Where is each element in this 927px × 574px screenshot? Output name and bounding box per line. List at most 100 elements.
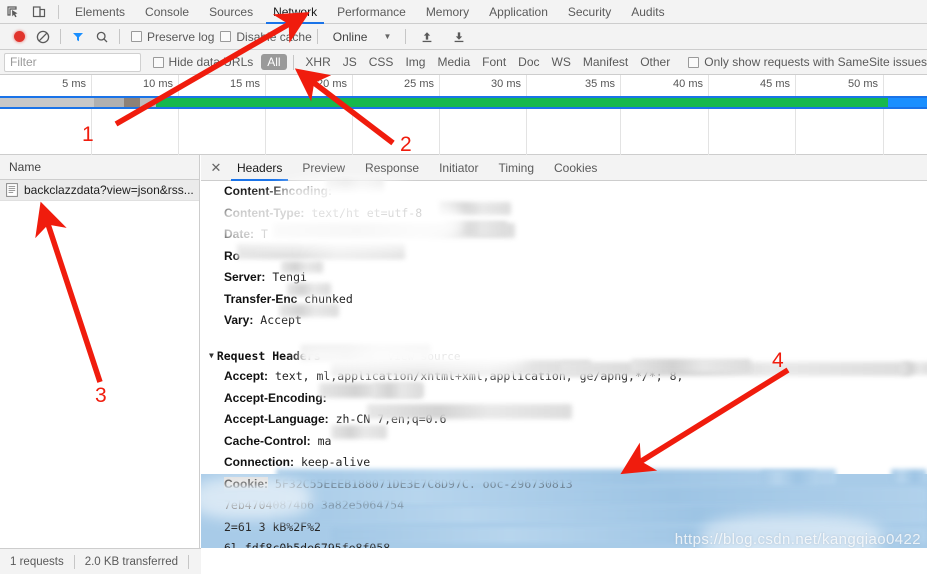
tab-console[interactable]: Console [135, 0, 199, 24]
redaction-blur [276, 469, 836, 485]
filter-type-xhr[interactable]: XHR [299, 54, 336, 70]
close-icon[interactable]: ✕ [205, 155, 227, 181]
hide-data-urls-label: Hide data URLs [168, 55, 254, 69]
tab-timing[interactable]: Timing [488, 155, 544, 181]
header-key: Accept-Encoding: [224, 390, 327, 405]
header-key: Server: [224, 270, 266, 284]
filter-funnel-icon[interactable] [66, 25, 90, 49]
tab-application[interactable]: Application [479, 0, 558, 24]
filter-type-all[interactable]: All [261, 54, 287, 70]
filter-type-img[interactable]: Img [399, 54, 431, 70]
redaction-blur [331, 425, 387, 439]
request-count: 1 requests [10, 555, 64, 568]
column-header-name[interactable]: Name [0, 155, 199, 180]
devtools-tabstrip: Elements Console Sources Network Perform… [0, 0, 927, 24]
tab-audits[interactable]: Audits [621, 0, 674, 24]
record-icon[interactable] [7, 25, 31, 49]
disable-cache-box [220, 31, 232, 42]
clear-icon[interactable] [31, 25, 55, 49]
redaction-blur [279, 304, 339, 317]
request-details-pane: ✕ Headers Preview Response Initiator Tim… [201, 155, 927, 548]
tab-memory[interactable]: Memory [416, 0, 479, 24]
redaction-blur [281, 261, 323, 273]
controls-divider-3 [316, 29, 318, 44]
tab-response[interactable]: Response [355, 155, 429, 181]
redaction-blur [761, 471, 817, 485]
samesite-issues-box [688, 56, 700, 68]
samesite-issues-label: Only show requests with SameSite issues [704, 55, 927, 69]
preserve-log-label: Preserve log [147, 29, 215, 44]
redaction-blur [287, 283, 331, 296]
timeline-tick-label: 30 ms [491, 78, 521, 90]
timeline-tick-label: 15 ms [230, 78, 260, 90]
header-key: Vary: [224, 313, 254, 327]
timeline-tick-label: 25 ms [404, 78, 434, 90]
filter-type-manifest[interactable]: Manifest [577, 54, 634, 70]
preserve-log-checkbox[interactable]: Preserve log [131, 30, 214, 44]
tab-cookies[interactable]: Cookies [544, 155, 607, 181]
timeline-tick-label: 20 ms [317, 78, 347, 90]
chevron-down-icon[interactable]: ▼ [383, 32, 391, 41]
timeline-tick-label: 35 ms [585, 78, 615, 90]
hide-data-urls-box [152, 56, 164, 68]
filter-type-css[interactable]: CSS [363, 54, 400, 70]
filter-divider [292, 54, 294, 70]
tab-network[interactable]: Network [263, 0, 327, 24]
details-tabstrip: ✕ Headers Preview Response Initiator Tim… [201, 155, 927, 181]
timeline-tick-label: 40 ms [673, 78, 703, 90]
redaction-blur [367, 404, 572, 419]
filter-type-js[interactable]: JS [337, 54, 363, 70]
disable-cache-checkbox[interactable]: Disable cache [220, 29, 312, 44]
filter-type-other[interactable]: Other [634, 54, 676, 70]
tab-security[interactable]: Security [558, 0, 621, 24]
timeline-tick-label: 5 ms [62, 78, 86, 90]
filter-type-media[interactable]: Media [431, 54, 476, 70]
header-key: Cache-Control: [224, 433, 311, 448]
document-icon [6, 183, 18, 197]
request-name: backclazzdata?view=json&rss... [24, 183, 194, 197]
tab-preview[interactable]: Preview [292, 155, 355, 181]
transferred-size: 2.0 KB transferred [84, 555, 179, 568]
tab-elements[interactable]: Elements [65, 0, 135, 24]
redaction-blur [891, 469, 927, 483]
network-status-bar: 1 requests 2.0 KB transferred [0, 548, 201, 574]
export-har-icon[interactable] [447, 25, 471, 49]
search-icon[interactable] [90, 25, 114, 49]
tab-initiator[interactable]: Initiator [429, 155, 488, 181]
timeline-tick-label: 45 ms [760, 78, 790, 90]
header-key: Accept-Language: [224, 412, 329, 426]
controls-divider-2 [119, 29, 120, 44]
hide-data-urls-checkbox[interactable]: Hide data URLs [152, 55, 254, 69]
header-row-cache-control: Cache-Control: ma [201, 431, 927, 453]
statusbar-divider [188, 554, 190, 569]
throttling-select[interactable]: Online [333, 30, 368, 44]
disable-cache-label: Disable cache [236, 29, 312, 44]
toolbar-divider [58, 4, 59, 19]
redaction-blur [631, 359, 751, 372]
device-toolbar-icon[interactable] [26, 0, 52, 24]
tab-performance[interactable]: Performance [327, 0, 416, 24]
import-har-icon[interactable] [415, 25, 439, 49]
tab-headers[interactable]: Headers [227, 155, 292, 181]
network-controls-toolbar: Preserve log Disable cache Online ▼ [0, 24, 927, 50]
filter-toolbar: Filter Hide data URLs All XHR JS CSS Img… [0, 50, 927, 75]
tab-sources[interactable]: Sources [199, 0, 263, 24]
table-row[interactable]: backclazzdata?view=json&rss... [0, 180, 199, 201]
watermark: https://blog.csdn.net/kangqiao0422 [674, 531, 921, 548]
chevron-down-icon[interactable]: ▼ [209, 345, 214, 367]
samesite-issues-checkbox[interactable]: Only show requests with SameSite issues [688, 55, 927, 69]
request-list-pane: Name backclazzdata?view=json&rss... [0, 155, 200, 548]
overview-bars [0, 96, 927, 110]
redaction-blur [373, 383, 421, 398]
timeline-tick-label: 10 ms [143, 78, 173, 90]
filter-type-font[interactable]: Font [476, 54, 512, 70]
inspect-element-icon[interactable] [0, 0, 26, 24]
network-overview[interactable]: 5 ms 10 ms 15 ms 20 ms 25 ms 30 ms 35 ms… [0, 75, 927, 155]
header-value: ma [317, 433, 332, 448]
controls-divider-4 [405, 29, 407, 44]
header-key: Connection: [224, 455, 294, 469]
filter-type-ws[interactable]: WS [546, 54, 577, 70]
filter-input[interactable]: Filter [4, 52, 141, 72]
filter-type-doc[interactable]: Doc [512, 54, 545, 70]
header-value: keep-alive [300, 455, 371, 469]
